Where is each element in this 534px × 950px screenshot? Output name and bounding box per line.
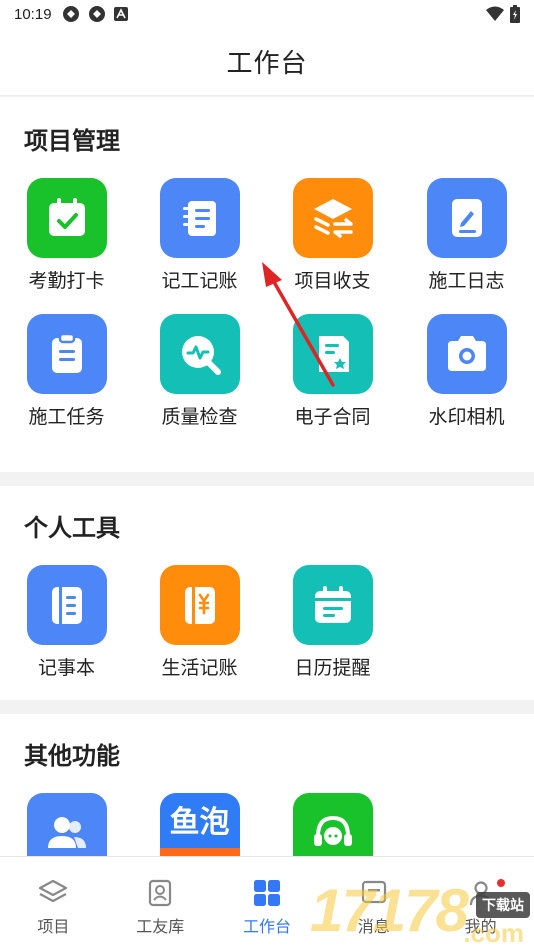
book-icon bbox=[51, 587, 82, 624]
tile-quality-check[interactable]: 质量检查 bbox=[133, 314, 266, 429]
site-watermark: 17178 下载站 .com bbox=[310, 868, 534, 950]
tile-attendance[interactable]: 考勤打卡 bbox=[0, 178, 133, 293]
grid-icon bbox=[253, 880, 280, 906]
clipboard-icon bbox=[51, 332, 82, 373]
section-title: 其他功能 bbox=[24, 743, 120, 770]
tile-label: 施工日志 bbox=[428, 271, 505, 292]
tile-construction-log[interactable]: 施工日志 bbox=[400, 178, 533, 293]
tile-work-record[interactable]: 记工记账 bbox=[133, 178, 266, 293]
notification-a-icon bbox=[113, 7, 128, 21]
page-title: 工作台 bbox=[226, 48, 308, 78]
status-bar: 10:19 bbox=[0, 0, 534, 28]
tab-workbench[interactable]: 工作台 bbox=[214, 857, 321, 950]
tile-label: 日历提醒 bbox=[294, 658, 371, 679]
tile-label: 质量检查 bbox=[161, 407, 238, 428]
document-edit-icon bbox=[451, 199, 482, 237]
tile-life-accounting[interactable]: 生活记账 bbox=[133, 565, 266, 680]
tile-label: 考勤打卡 bbox=[28, 271, 105, 292]
section-title: 个人工具 bbox=[24, 515, 120, 542]
tile-yupao[interactable]: 鱼泡 bbox=[133, 793, 266, 856]
watermark-suffix: .com bbox=[463, 918, 524, 948]
layers-icon bbox=[39, 879, 68, 903]
tab-workmate-library[interactable]: 工友库 bbox=[107, 857, 214, 950]
tile-construction-task[interactable]: 施工任务 bbox=[0, 314, 133, 429]
headset-icon bbox=[313, 815, 352, 846]
sync-icon bbox=[62, 6, 79, 22]
tile-label: 电子合同 bbox=[294, 407, 371, 428]
battery-icon bbox=[510, 5, 520, 23]
notebook-icon bbox=[182, 201, 216, 236]
yupao-logo: 鱼泡 bbox=[169, 806, 230, 839]
tab-label: 项目 bbox=[37, 919, 70, 936]
sync-icon bbox=[88, 6, 105, 22]
tile-project-finance[interactable]: 项目收支 bbox=[266, 178, 399, 293]
orange-banner-strip bbox=[159, 848, 240, 856]
personal-tools-section: 个人工具 记事本 生活记账 日历提醒 bbox=[0, 486, 534, 700]
tile-label: 记事本 bbox=[37, 658, 95, 679]
yuan-ledger-icon bbox=[184, 587, 215, 624]
tab-label: 工友库 bbox=[136, 919, 185, 936]
users-icon bbox=[47, 817, 86, 848]
tile-label: 记工记账 bbox=[161, 271, 238, 292]
camera-icon bbox=[447, 336, 486, 371]
tile-calendar-reminder[interactable]: 日历提醒 bbox=[266, 565, 399, 680]
watermark-badge: 下载站 bbox=[476, 892, 530, 918]
watermark-number: 17178 bbox=[310, 877, 469, 944]
section-title: 项目管理 bbox=[24, 128, 120, 155]
wifi-icon bbox=[486, 6, 504, 21]
other-features-section: 其他功能 鱼泡 bbox=[0, 714, 534, 856]
tile-notebook[interactable]: 记事本 bbox=[0, 565, 133, 680]
calendar-check-icon bbox=[48, 198, 85, 236]
status-time: 10:19 bbox=[14, 5, 52, 23]
contract-icon bbox=[318, 336, 349, 372]
tile-label: 施工任务 bbox=[28, 407, 105, 428]
tab-label: 工作台 bbox=[242, 919, 291, 936]
contact-card-icon bbox=[149, 879, 172, 907]
tile-watermark-camera[interactable]: 水印相机 bbox=[400, 314, 533, 429]
tile-workmates[interactable] bbox=[0, 793, 133, 856]
tile-label: 生活记账 bbox=[161, 658, 238, 679]
calendar-icon bbox=[314, 586, 351, 623]
layers-exchange-icon bbox=[313, 199, 353, 238]
tile-label: 水印相机 bbox=[428, 407, 505, 428]
tab-projects[interactable]: 项目 bbox=[0, 857, 107, 950]
search-pulse-icon bbox=[181, 336, 221, 375]
project-management-section: 项目管理 考勤打卡 记工记账 项目收支 施工日志 施工任务 质量检查 电子合同 … bbox=[0, 97, 534, 472]
tile-e-contract[interactable]: 电子合同 bbox=[266, 314, 399, 429]
header: 工作台 bbox=[0, 28, 534, 96]
tile-customer-service[interactable] bbox=[266, 793, 399, 856]
tile-label: 项目收支 bbox=[294, 271, 371, 292]
